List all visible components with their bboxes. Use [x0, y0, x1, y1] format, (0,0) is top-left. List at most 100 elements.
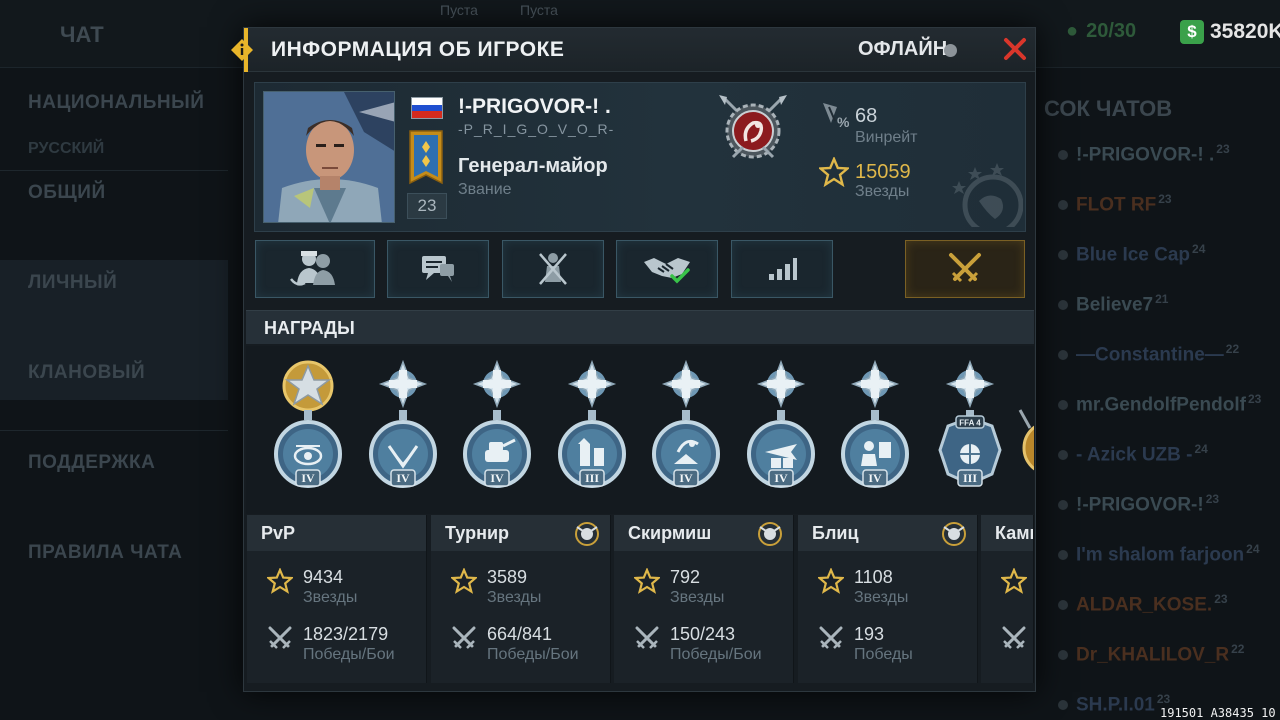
chat-list-item[interactable]: I'm shalom farjoon 24	[1058, 542, 1260, 566]
mode-stars-value: 792	[670, 567, 701, 587]
stats-button[interactable]	[731, 240, 833, 298]
channel-clan[interactable]: КЛАНОВЫЙ	[28, 362, 145, 384]
ffa-medal-icon[interactable]: FFA 4 III	[932, 360, 1008, 496]
mode-emblem-icon	[942, 522, 966, 546]
empty-tab-2[interactable]: Пуста	[520, 2, 558, 18]
medal-grade: III	[584, 471, 598, 485]
message-button[interactable]	[387, 240, 489, 298]
chat-name: Blue Ice Cap	[1076, 244, 1191, 266]
chevron-medal-icon[interactable]: IV	[365, 360, 441, 496]
chat-list-item[interactable]: ALDAR_KOSE. 23	[1058, 592, 1228, 616]
channel-russian[interactable]: РУССКИЙ	[28, 140, 104, 158]
mode-battles-label: Победы/Бои	[670, 646, 762, 663]
chat-level: 23	[1216, 142, 1230, 156]
medal-badge-label: FFA 4	[959, 419, 981, 428]
close-icon[interactable]	[1000, 34, 1030, 64]
star-icon	[634, 568, 660, 594]
eye-medal-icon[interactable]: IV	[270, 360, 346, 496]
mode-battles-value: 1823/2179	[303, 624, 389, 644]
medal-grade: IV	[301, 471, 315, 485]
avatar[interactable]	[263, 91, 395, 223]
modal-title: ИНФОРМАЦИЯ ОБ ИГРОКЕ	[271, 38, 565, 61]
channel-national[interactable]: НАЦИОНАЛЬНЫЙ	[28, 92, 204, 114]
rank-name: Генерал-майор	[458, 155, 608, 177]
awards-title: НАГРАДЫ	[264, 318, 355, 338]
soldier-medal-icon[interactable]: IV	[837, 360, 913, 496]
chat-bullet-icon	[1058, 350, 1068, 361]
channel-rules[interactable]: ПРАВИЛА ЧАТА	[28, 542, 182, 564]
winrate-value: 68	[855, 105, 878, 127]
chat-list-item[interactable]: !-PRIGOVOR-! 23	[1058, 492, 1219, 516]
channel-personal[interactable]: ЛИЧНЫЙ	[28, 272, 117, 294]
mode-stat-card: Турнир 3589 Звезды 664/841 Победы/Бои	[431, 515, 611, 683]
clan-emblem-icon[interactable]	[713, 91, 793, 171]
awards-header: НАГРАДЫ	[246, 310, 1034, 344]
chat-name: Dr_KHALILOV_R	[1076, 644, 1230, 666]
chat-level: 21	[1155, 292, 1169, 306]
handshake-icon	[644, 258, 690, 284]
player-info-modal: ИНФОРМАЦИЯ ОБ ИГРОКЕ ОФЛАЙН 23 !-PRIGOVO…	[231, 27, 1036, 692]
empty-tab-1[interactable]: Пуста	[440, 2, 478, 18]
player-name: !-PRIGOVOR-! .	[458, 95, 611, 118]
mode-battles-value: 150/243	[670, 624, 736, 644]
mode-name: Блиц	[812, 523, 859, 543]
globe-decoration-icon	[952, 163, 1023, 227]
trade-button[interactable]	[616, 240, 718, 298]
mode-stat-card: PvP 9434 Звезды 1823/2179 Победы/Бои	[247, 515, 427, 683]
mode-stat-card: Скирмиш 792 Звезды 150/243 Победы/Бои	[614, 515, 794, 683]
star-icon	[819, 157, 849, 187]
chat-bullet-icon	[1058, 300, 1068, 311]
friends-button[interactable]	[255, 240, 375, 298]
star-icon	[1001, 568, 1027, 594]
chat-list-item[interactable]: !-PRIGOVOR-! . 23	[1058, 142, 1230, 166]
awards-row: IV IV IV III IV IV IV FFA 4 III	[246, 346, 1034, 514]
channel-general[interactable]: ОБЩИЙ	[28, 182, 106, 204]
chat-name: !-PRIGOVOR-!	[1076, 494, 1204, 516]
channel-support[interactable]: ПОДДЕРЖКА	[28, 452, 155, 474]
status-dot	[944, 44, 957, 57]
plane-medal-icon[interactable]: IV	[743, 360, 819, 496]
chat-list-item[interactable]: FLOT RF 23	[1058, 192, 1172, 216]
more-medals-icon[interactable]	[1016, 408, 1034, 478]
chat-bullet-icon	[1058, 550, 1068, 561]
bar-chart-icon	[769, 258, 797, 280]
chat-list-item[interactable]: Believe7 21	[1058, 292, 1168, 316]
mode-name: Турнир	[445, 523, 510, 543]
mode-header: Камп	[981, 515, 1033, 551]
mode-emblem-icon	[758, 522, 782, 546]
rank-label: Звание	[458, 181, 512, 198]
chat-name: mr.GendolfPendolf	[1076, 394, 1246, 416]
chat-level: 23	[1214, 592, 1228, 606]
chat-name: !-PRIGOVOR-! .	[1076, 144, 1215, 166]
rank-insignia-icon	[409, 130, 443, 185]
chat-list-item[interactable]: SH.P.I.01 23	[1058, 692, 1170, 716]
star-icon	[267, 568, 293, 594]
mode-battles-label: Победы	[854, 646, 913, 663]
mode-name: PvP	[261, 523, 296, 543]
chat-list-item[interactable]: Dr_KHALILOV_R 22	[1058, 642, 1244, 666]
mode-stars-value: 3589	[487, 567, 528, 587]
chat-list-item[interactable]: - Azick UZB -24	[1058, 442, 1208, 466]
chat-bullet-icon	[1058, 150, 1068, 161]
chat-name: FLOT RF	[1076, 194, 1157, 216]
chat-level: 23	[1247, 392, 1262, 406]
challenge-battle-button[interactable]	[905, 240, 1025, 298]
player-tag: -P_R_I_G_O_V_O_R-	[458, 121, 615, 137]
chat-bullet-icon	[1058, 400, 1068, 411]
winrate-label: Винрейт	[855, 129, 918, 146]
stars-label: Звезды	[855, 183, 910, 200]
radar-medal-icon[interactable]: IV	[648, 360, 724, 496]
chat-level: 23	[1158, 192, 1172, 206]
chat-list-item[interactable]: mr.GendolfPendolf 23	[1058, 392, 1261, 416]
mode-stars-label: Звезды	[854, 589, 909, 606]
money-display: $ 35820K	[1180, 20, 1280, 44]
chat-name: I'm shalom farjoon	[1076, 544, 1245, 566]
fortress-medal-icon[interactable]: III	[554, 360, 630, 496]
block-button[interactable]	[502, 240, 604, 298]
mode-stat-card: Камп	[981, 515, 1034, 683]
chat-list-item[interactable]: —Constantine— 22	[1058, 342, 1239, 366]
tank-medal-icon[interactable]: IV	[459, 360, 535, 496]
chat-list-item[interactable]: Blue Ice Cap 24	[1058, 242, 1205, 266]
mode-stat-card: Блиц 1108 Звезды 193 Победы	[798, 515, 978, 683]
mode-stars-label: Звезды	[487, 589, 542, 606]
